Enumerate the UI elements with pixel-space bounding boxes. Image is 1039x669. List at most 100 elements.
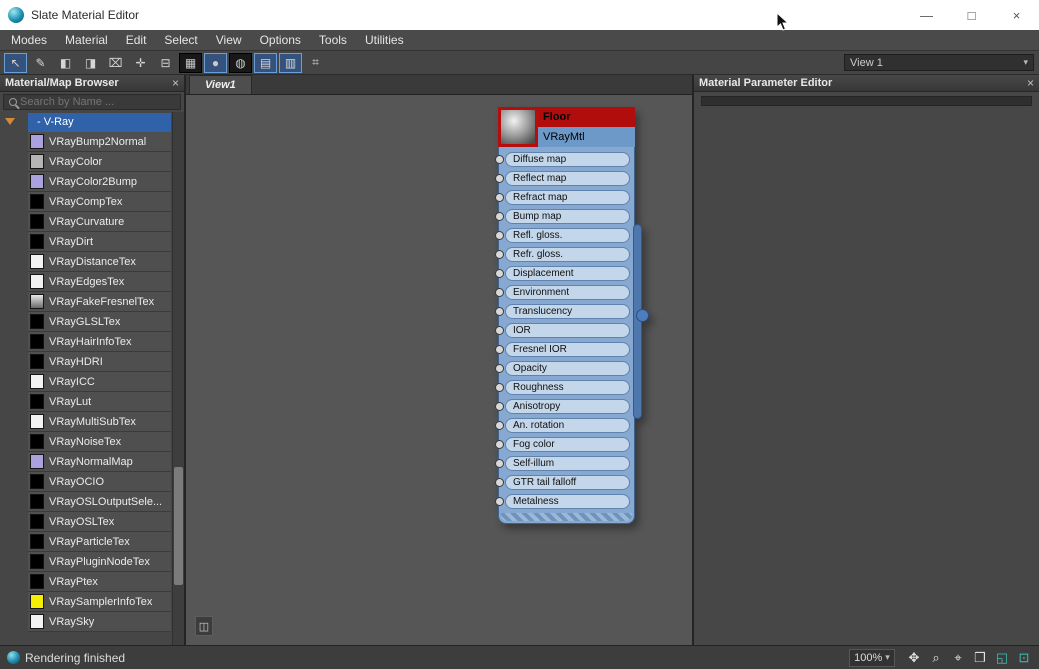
hide-unused-nodeslots-button[interactable]: ⊟ [154, 53, 177, 73]
slot-connector-icon[interactable] [495, 269, 504, 278]
material-list-item[interactable]: VRayPluginNodeTex [28, 552, 171, 572]
material-list-item[interactable]: VRayNormalMap [28, 452, 171, 472]
layout-all-vertical-button[interactable]: ▤ [254, 53, 277, 73]
node-slot[interactable]: Environment [505, 283, 630, 302]
zoom-extents-selected-icon[interactable]: ◱ [991, 648, 1013, 668]
slot-connector-icon[interactable] [495, 288, 504, 297]
slot-connector-icon[interactable] [495, 459, 504, 468]
slot-connector-icon[interactable] [495, 155, 504, 164]
zoom-icon[interactable]: ⌕ [925, 648, 947, 668]
show-end-result-button[interactable]: ◍ [229, 53, 252, 73]
node-slot[interactable]: Refr. gloss. [505, 245, 630, 264]
material-list-item[interactable]: VRaySamplerInfoTex [28, 592, 171, 612]
expand-arrow-icon[interactable] [5, 118, 15, 125]
view-selector-dropdown[interactable]: View 1 ▾ [844, 54, 1034, 71]
minimize-button[interactable]: — [904, 0, 949, 30]
node-slot[interactable]: Displacement [505, 264, 630, 283]
node-slot[interactable]: GTR tail falloff [505, 473, 630, 492]
node-slot[interactable]: Refl. gloss. [505, 226, 630, 245]
slot-connector-icon[interactable] [495, 250, 504, 259]
menu-item[interactable]: View [207, 30, 251, 50]
material-list-item[interactable]: VRayColor2Bump [28, 172, 171, 192]
material-list-item[interactable]: VRayOSLTex [28, 512, 171, 532]
material-list-item[interactable]: VRayGLSLTex [28, 312, 171, 332]
slot-connector-icon[interactable] [495, 383, 504, 392]
show-background-button[interactable]: ▦ [179, 53, 202, 73]
menu-item[interactable]: Material [56, 30, 117, 50]
pan-icon[interactable]: ✥ [903, 648, 925, 668]
material-list-item[interactable]: VRayHairInfoTex [28, 332, 171, 352]
node-slot[interactable]: Fresnel IOR [505, 340, 630, 359]
node-slot[interactable]: IOR [505, 321, 630, 340]
maximize-button[interactable]: □ [949, 0, 994, 30]
node-slot[interactable]: An. rotation [505, 416, 630, 435]
node-header[interactable]: Floor VRayMtl [498, 107, 635, 147]
material-list-item[interactable]: VRayLut [28, 392, 171, 412]
menu-item[interactable]: Utilities [356, 30, 413, 50]
menu-item[interactable]: Options [251, 30, 310, 50]
browser-scrollbar[interactable] [172, 112, 184, 645]
material-list-item[interactable]: VRayBump2Normal [28, 132, 171, 152]
tree-group-row[interactable]: - V-Ray [0, 112, 171, 132]
menu-item[interactable]: Tools [310, 30, 356, 50]
zoom-level-dropdown[interactable]: 100% ▾ [849, 649, 895, 667]
material-list-item[interactable]: VRayPtex [28, 572, 171, 592]
slot-connector-icon[interactable] [495, 174, 504, 183]
node-output-connector-icon[interactable] [636, 309, 649, 322]
node-slot[interactable]: Roughness [505, 378, 630, 397]
node-canvas[interactable]: Floor VRayMtl Diffuse map [186, 95, 692, 645]
material-list-item[interactable]: VRayEdgesTex [28, 272, 171, 292]
put-material-to-scene-button[interactable]: ◧ [54, 53, 77, 73]
material-list-item[interactable]: VRayDirt [28, 232, 171, 252]
show-shaded-material-in-viewport-button[interactable]: ● [204, 53, 227, 73]
slot-connector-icon[interactable] [495, 345, 504, 354]
slot-connector-icon[interactable] [495, 231, 504, 240]
node-slot[interactable]: Refract map [505, 188, 630, 207]
move-children-button[interactable]: ✛ [129, 53, 152, 73]
material-list-item[interactable]: VRayFakeFresnelTex [28, 292, 171, 312]
param-close-icon[interactable]: × [1027, 78, 1034, 88]
material-list-item[interactable]: VRayOSLOutputSele... [28, 492, 171, 512]
slot-connector-icon[interactable] [495, 326, 504, 335]
zoom-region-icon[interactable]: ⌖ [947, 648, 969, 668]
node-slot[interactable]: Translucency [505, 302, 630, 321]
pick-material-from-object-button[interactable]: ✎ [29, 53, 52, 73]
node-slot[interactable]: Metalness [505, 492, 630, 511]
material-list-item[interactable]: VRayNoiseTex [28, 432, 171, 452]
slot-connector-icon[interactable] [495, 478, 504, 487]
material-list-item[interactable]: VRayDistanceTex [28, 252, 171, 272]
slot-connector-icon[interactable] [495, 497, 504, 506]
zoom-extents-icon[interactable]: ❒ [969, 648, 991, 668]
node-slot[interactable]: Fog color [505, 435, 630, 454]
browser-scrollbar-thumb[interactable] [174, 467, 183, 585]
menu-item[interactable]: Modes [2, 30, 56, 50]
material-list-item[interactable]: VRayColor [28, 152, 171, 172]
search-input[interactable] [20, 96, 180, 108]
slot-connector-icon[interactable] [495, 364, 504, 373]
select-tool-button[interactable]: ↖ [4, 53, 27, 73]
material-id-channel-button[interactable]: ⌗ [304, 53, 327, 73]
material-list-item[interactable]: VRayICC [28, 372, 171, 392]
delete-selected-button[interactable]: ⌧ [104, 53, 127, 73]
material-preview-thumbnail[interactable] [498, 107, 538, 147]
node-slot[interactable]: Anisotropy [505, 397, 630, 416]
node-slot[interactable]: Diffuse map [505, 150, 630, 169]
browser-close-icon[interactable]: × [172, 78, 179, 88]
layout-children-button[interactable]: ▥ [279, 53, 302, 73]
node-slot[interactable]: Bump map [505, 207, 630, 226]
material-list-item[interactable]: VRayCurvature [28, 212, 171, 232]
menu-item[interactable]: Edit [117, 30, 156, 50]
material-list-item[interactable]: VRaySky [28, 612, 171, 632]
node-slot[interactable]: Opacity [505, 359, 630, 378]
close-button[interactable]: × [994, 0, 1039, 30]
material-list-item[interactable]: VRayHDRI [28, 352, 171, 372]
menu-item[interactable]: Select [155, 30, 206, 50]
slot-connector-icon[interactable] [495, 307, 504, 316]
material-node[interactable]: Floor VRayMtl Diffuse map [498, 107, 635, 524]
material-list-item[interactable]: VRayOCIO [28, 472, 171, 492]
slot-connector-icon[interactable] [495, 421, 504, 430]
node-slot[interactable]: Reflect map [505, 169, 630, 188]
navigator-button[interactable]: ◫ [195, 616, 213, 636]
slot-connector-icon[interactable] [495, 440, 504, 449]
node-resize-grip[interactable] [501, 513, 632, 521]
